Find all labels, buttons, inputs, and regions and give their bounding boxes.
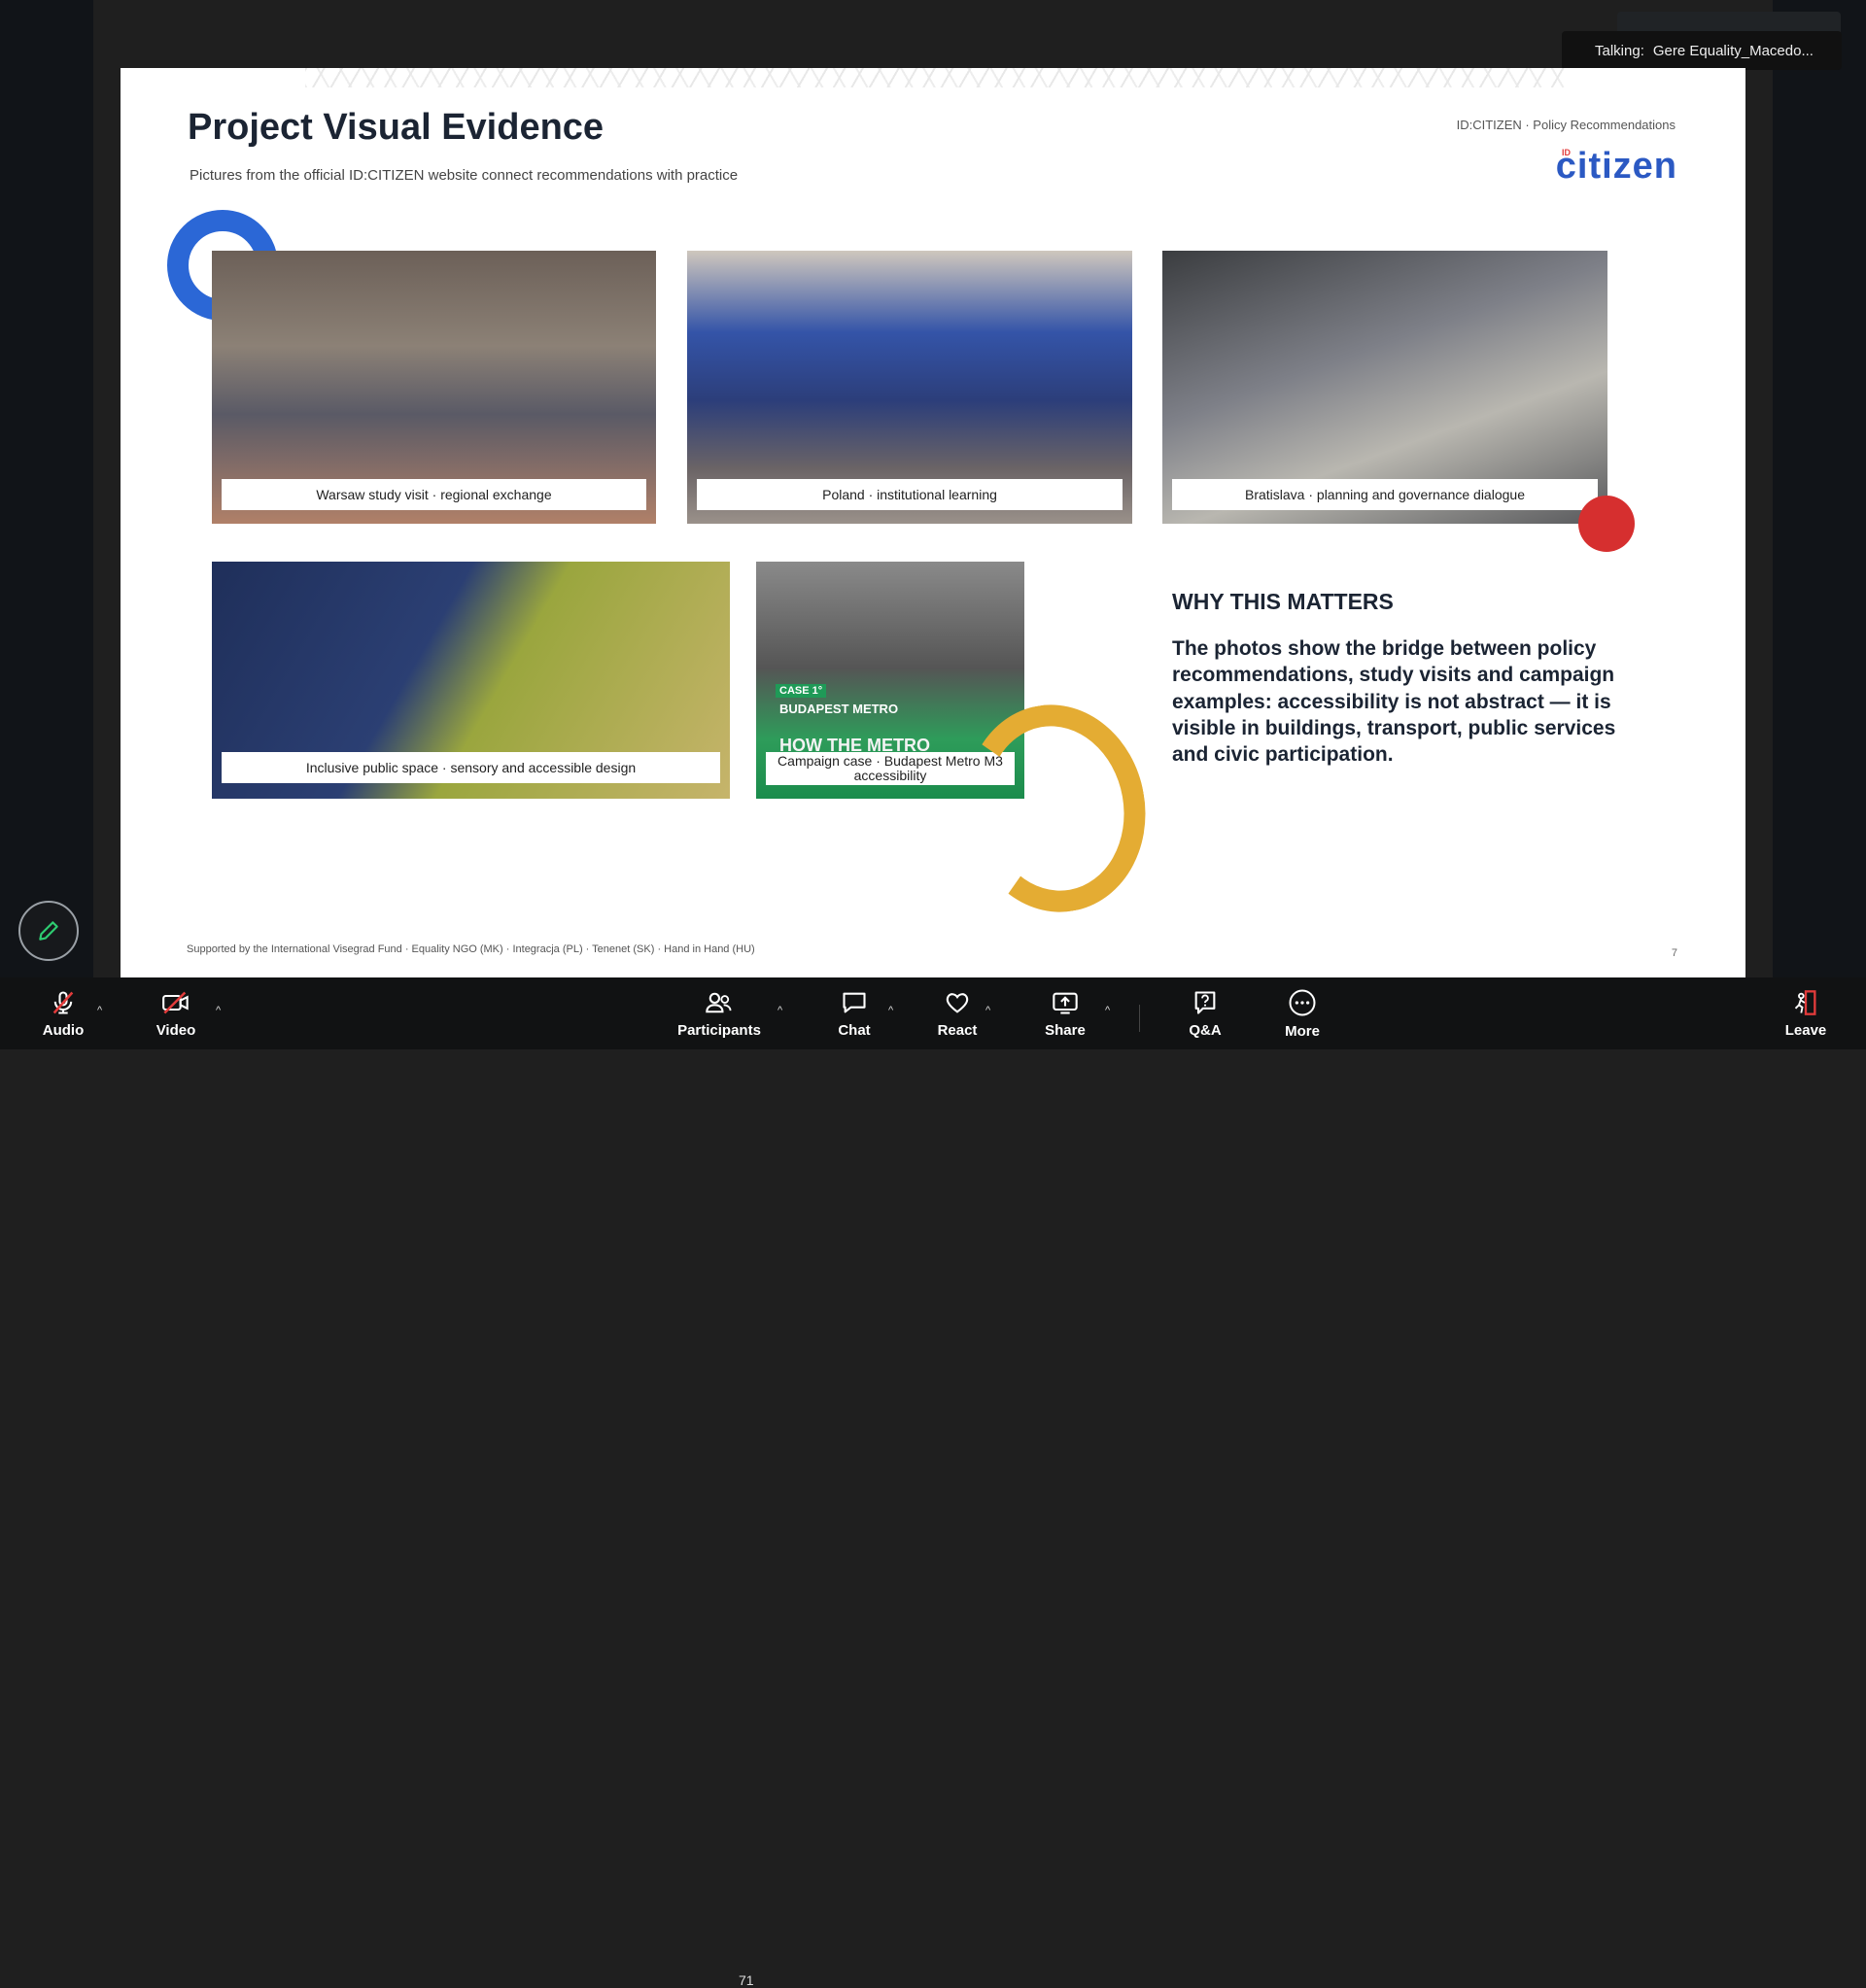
- chat-icon: [843, 992, 866, 1012]
- leave-button[interactable]: Leave: [1781, 977, 1830, 1049]
- qa-label: Q&A: [1189, 1021, 1222, 1039]
- qa-icon: [1194, 990, 1216, 1014]
- react-options-caret[interactable]: ^: [985, 1005, 990, 1016]
- photo-caption: Bratislava · planning and governance dia…: [1172, 479, 1598, 510]
- slide-tag: ID:CITIZEN · Policy Recommendations: [1456, 118, 1676, 132]
- page-number: 7: [1671, 947, 1677, 959]
- photo-bratislava: Bratislava · planning and governance dia…: [1162, 251, 1607, 524]
- share-button[interactable]: Share: [1041, 977, 1089, 1049]
- react-label: React: [937, 1021, 978, 1039]
- leave-icon: [1794, 989, 1816, 1015]
- why-title: WHY THIS MATTERS: [1172, 589, 1394, 614]
- annotate-button[interactable]: [18, 901, 79, 961]
- chat-button[interactable]: Chat: [830, 977, 879, 1049]
- slide-title: Project Visual Evidence: [188, 107, 605, 148]
- decorative-pattern: [305, 68, 1569, 87]
- audio-label: Audio: [42, 1021, 85, 1039]
- shared-slide: Project Visual Evidence Pictures from th…: [121, 68, 1745, 978]
- video-options-caret[interactable]: ^: [216, 1005, 221, 1016]
- video-label: Video: [156, 1021, 196, 1039]
- photo-caption: Inclusive public space · sensory and acc…: [222, 752, 720, 783]
- qa-button[interactable]: Q&A: [1181, 977, 1229, 1049]
- audio-options-caret[interactable]: ^: [97, 1005, 102, 1016]
- participants-button[interactable]: Participants: [676, 977, 762, 1049]
- more-button[interactable]: More: [1278, 977, 1327, 1049]
- case-city: BUDAPEST METRO: [779, 702, 899, 716]
- participants-icon: [706, 992, 732, 1012]
- share-label: Share: [1045, 1021, 1086, 1039]
- citizen-logo: citizen: [1555, 146, 1677, 187]
- camera-off-icon: [162, 991, 189, 1013]
- toolbar-divider: [1139, 1005, 1140, 1032]
- case-label: CASE 1°: [776, 684, 827, 698]
- photo-caption: Warsaw study visit · regional exchange: [222, 479, 646, 510]
- talking-names: Gere Equality_Macedo...: [1652, 42, 1814, 59]
- slide-subtitle: Pictures from the official ID:CITIZEN we…: [190, 167, 739, 184]
- photo-inclusive-space: Inclusive public space · sensory and acc…: [212, 562, 730, 799]
- talking-indicator: Talking: Gere Equality_Macedo...: [1562, 31, 1842, 70]
- leave-label: Leave: [1784, 1021, 1827, 1039]
- photo-poland: Poland · institutional learning: [687, 251, 1132, 524]
- meeting-toolbar: Audio ^ Video ^ Participants 71 ^ Chat ^…: [0, 977, 1866, 1988]
- red-dot-decoration: [1578, 496, 1635, 552]
- more-icon: [1289, 989, 1316, 1015]
- heart-icon: [946, 992, 969, 1013]
- right-margin: [1773, 0, 1866, 977]
- audio-button[interactable]: Audio: [39, 977, 87, 1049]
- participants-options-caret[interactable]: ^: [778, 1005, 782, 1016]
- chat-label: Chat: [838, 1021, 871, 1039]
- share-options-caret[interactable]: ^: [1105, 1005, 1110, 1016]
- photo-caption: Poland · institutional learning: [697, 479, 1123, 510]
- chat-options-caret[interactable]: ^: [888, 1005, 893, 1016]
- photo-warsaw: Warsaw study visit · regional exchange: [212, 251, 656, 524]
- why-text: The photos show the bridge between polic…: [1172, 637, 1616, 767]
- more-label: More: [1285, 1022, 1320, 1040]
- participants-label: Participants: [677, 1021, 761, 1039]
- mic-muted-icon: [52, 990, 74, 1014]
- left-margin: [0, 0, 93, 977]
- react-button[interactable]: React: [933, 977, 982, 1049]
- slide-footer: Supported by the International Visegrad …: [187, 943, 755, 955]
- video-button[interactable]: Video: [152, 977, 200, 1049]
- talking-label: Talking:: [1595, 42, 1644, 59]
- participant-count: 71: [739, 1972, 754, 1988]
- share-screen-icon: [1053, 992, 1078, 1014]
- pencil-icon: [39, 921, 58, 941]
